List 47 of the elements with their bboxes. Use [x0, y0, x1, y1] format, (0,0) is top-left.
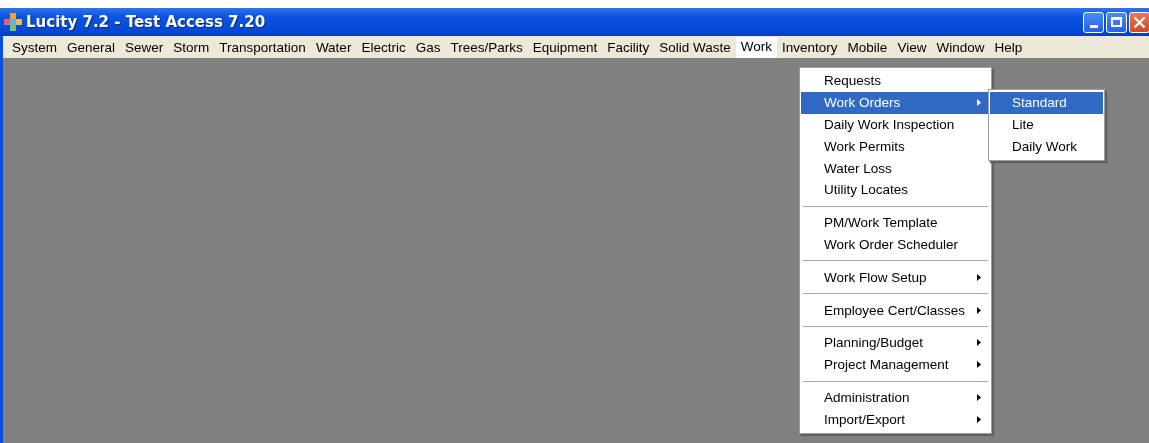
- menu-item[interactable]: Water: [310, 37, 357, 57]
- menu-item[interactable]: Administration: [801, 386, 990, 409]
- menu-item[interactable]: Transportation: [214, 37, 311, 57]
- submenu-arrow-icon: [977, 415, 981, 423]
- window-title: Lucity 7.2 - Test Access 7.20: [26, 13, 266, 31]
- minimize-button[interactable]: [1083, 11, 1104, 33]
- submenu-arrow-icon: [977, 273, 981, 281]
- menu-item[interactable]: View: [892, 37, 932, 57]
- menu-item[interactable]: Standard: [990, 92, 1103, 114]
- menu-item[interactable]: Solid Waste: [654, 37, 736, 57]
- menu-item[interactable]: Inventory: [777, 37, 843, 57]
- menu-item[interactable]: Work Permits: [801, 135, 990, 158]
- menu-item[interactable]: Project Management: [801, 353, 990, 376]
- menu-item[interactable]: Window: [931, 37, 990, 57]
- submenu-arrow-icon: [977, 393, 981, 401]
- menu-item[interactable]: Help: [989, 37, 1028, 57]
- menu-item[interactable]: Lite: [990, 113, 1103, 136]
- menu-item[interactable]: Trees/Parks: [445, 37, 528, 57]
- menu-item[interactable]: Water Loss: [801, 157, 990, 179]
- menu-item[interactable]: Equipment: [527, 37, 603, 57]
- menu-item[interactable]: Requests: [801, 70, 990, 92]
- menu-item[interactable]: Daily Work: [990, 135, 1103, 158]
- menu-item[interactable]: Storm: [168, 37, 215, 57]
- menu-item[interactable]: PM/Work Template: [801, 211, 990, 234]
- menu-item[interactable]: Import/Export: [801, 408, 990, 431]
- menu-item[interactable]: Work Order Scheduler: [801, 233, 990, 256]
- menu-item[interactable]: Utility Locates: [801, 179, 990, 201]
- maximize-button[interactable]: [1106, 11, 1127, 33]
- menu-item[interactable]: Work: [735, 37, 778, 59]
- menu-item[interactable]: Daily Work Inspection: [801, 113, 990, 136]
- menu-item[interactable]: Work Orders: [801, 91, 990, 114]
- submenu-arrow-icon: [977, 99, 981, 107]
- menu-item[interactable]: Electric: [356, 37, 411, 57]
- submenu-arrow-icon: [977, 361, 981, 369]
- menu-item[interactable]: Sewer: [120, 37, 169, 57]
- cross-logo-icon: [3, 12, 23, 32]
- menu-item[interactable]: Work Flow Setup: [801, 266, 990, 289]
- menu-item[interactable]: General: [62, 37, 121, 57]
- submenu-arrow-icon: [977, 339, 981, 347]
- menu-item[interactable]: System: [7, 37, 62, 57]
- close-button[interactable]: [1129, 11, 1149, 33]
- menu-item[interactable]: Mobile: [842, 37, 893, 57]
- menu-item[interactable]: Employee Cert/Classes: [801, 299, 990, 321]
- menu-item[interactable]: Facility: [602, 37, 655, 57]
- menu-item[interactable]: Planning/Budget: [801, 331, 990, 354]
- menu-item[interactable]: Gas: [410, 37, 446, 57]
- submenu-arrow-icon: [977, 306, 981, 314]
